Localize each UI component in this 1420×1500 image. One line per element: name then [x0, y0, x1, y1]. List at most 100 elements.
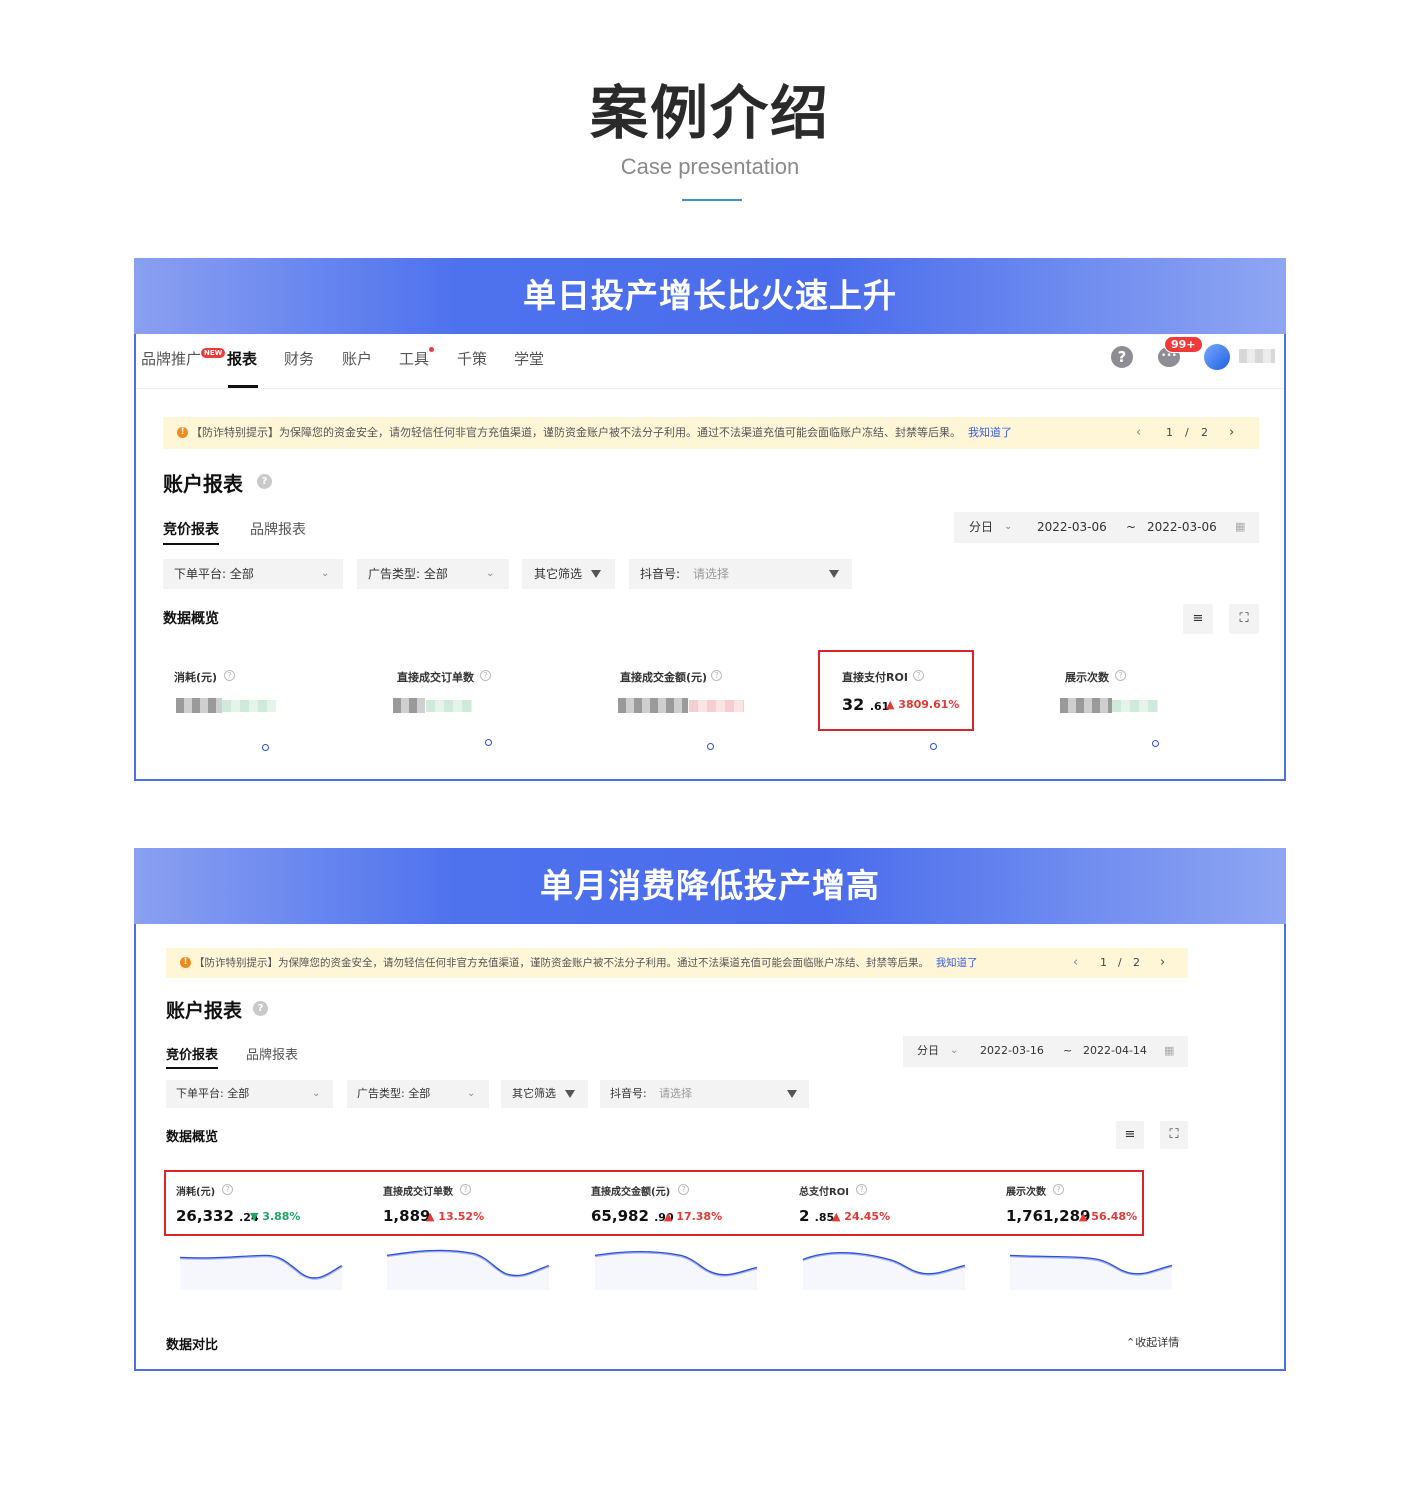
metric-help-icon[interactable]: ? [1053, 1184, 1064, 1195]
metric-help-icon[interactable]: ? [222, 1184, 233, 1195]
nav-item-finance[interactable]: 财务 [284, 348, 314, 369]
notice-page-total: 2 [1133, 956, 1140, 969]
overview-title: 数据概览 [163, 611, 219, 627]
metric-label-roi: 直接支付ROI [842, 671, 908, 684]
metric-help-icon[interactable]: ? [460, 1184, 471, 1195]
message-badge: 99+ [1164, 336, 1203, 353]
metric-value-roi: 2 .85 [799, 1207, 835, 1225]
title-divider [682, 199, 742, 201]
tab-bidding-report[interactable]: 竞价报表 [163, 519, 219, 545]
granularity-select[interactable]: 分日 [917, 1036, 939, 1066]
nav-item-tools[interactable]: 工具 [399, 348, 429, 369]
other-filter-label: 其它筛选 [512, 1087, 556, 1100]
platform-select[interactable]: 下单平台: 全部 ⌄ [166, 1080, 333, 1108]
notice-prev-icon[interactable]: ‹ [1136, 417, 1141, 449]
notice-page-total: 2 [1201, 426, 1208, 439]
metric-value-roi: 32 .61 [842, 695, 890, 714]
case2-panel: ! 【防诈特别提示】为保障您的资金安全，请勿轻信任何非官方充值渠道，谨防资金账户… [134, 924, 1286, 1371]
metric-value-blurred [1060, 698, 1112, 713]
chevron-down-icon: ⌄ [312, 1088, 321, 1099]
sparkline-roi [802, 1252, 966, 1290]
nav-item-account[interactable]: 账户 [342, 348, 372, 369]
douyin-placeholder: 请选择 [693, 567, 730, 581]
notice-prev-icon[interactable]: ‹ [1073, 948, 1078, 978]
date-start[interactable]: 2022-03-06 [1037, 512, 1107, 542]
date-range-picker[interactable]: 分日 ⌄ 2022-03-06 ~ 2022-03-06 ▦ [954, 512, 1259, 543]
date-tilde: ~ [1063, 1044, 1073, 1057]
date-end[interactable]: 2022-03-06 [1147, 512, 1217, 542]
notice-text: 【防诈特别提示】为保障您的资金安全，请勿轻信任何非官方充值渠道，谨防资金账户被不… [191, 426, 961, 439]
filter-icon [565, 1090, 575, 1098]
help-icon[interactable]: ? [1111, 346, 1133, 368]
date-range-picker[interactable]: 分日 ⌄ 2022-03-16 ~ 2022-04-14 ▦ [903, 1036, 1188, 1067]
warning-icon: ! [177, 427, 188, 438]
fullscreen-icon[interactable]: ⛶ [1160, 1121, 1188, 1149]
metric-help-icon[interactable]: ? [913, 670, 924, 681]
notice-next-icon[interactable]: › [1229, 417, 1234, 449]
metric-help-icon[interactable]: ? [856, 1184, 867, 1195]
metric-label-cost: 消耗(元) [174, 671, 218, 684]
notice-next-icon[interactable]: › [1160, 948, 1165, 978]
tab-bidding-report[interactable]: 竞价报表 [166, 1044, 219, 1069]
report-help-icon[interactable]: ? [257, 474, 272, 489]
chevron-down-icon: ⌄ [467, 1088, 476, 1099]
filter-icon [787, 1090, 797, 1098]
sparkline-point [262, 744, 269, 751]
metric-help-icon[interactable]: ? [678, 1184, 689, 1195]
notice-ack-link[interactable]: 我知道了 [968, 426, 1012, 439]
metric-value-blurred [618, 698, 688, 713]
ad-type-select-label: 广告类型: 全部 [368, 567, 448, 581]
fullscreen-icon[interactable]: ⛶ [1229, 604, 1259, 634]
other-filter-button[interactable]: 其它筛选 [501, 1080, 588, 1108]
sparkline-impressions [1009, 1254, 1173, 1290]
report-help-icon[interactable]: ? [253, 1001, 268, 1016]
case1-banner: 单日投产增长比火速上升 [134, 258, 1286, 334]
other-filter-button[interactable]: 其它筛选 [522, 559, 615, 589]
metric-help-icon[interactable]: ? [224, 670, 235, 681]
settings-sliders-icon[interactable]: ≡ [1183, 604, 1213, 634]
ad-type-select[interactable]: 广告类型: 全部 ⌄ [347, 1080, 489, 1108]
tab-brand-report[interactable]: 品牌报表 [250, 519, 306, 539]
metric-change-amount: ▲ 17.38% [664, 1210, 723, 1223]
nav-item-brand[interactable]: 品牌推广 [141, 348, 201, 369]
granularity-select[interactable]: 分日 [969, 512, 993, 542]
tab-brand-report[interactable]: 品牌报表 [246, 1044, 298, 1063]
douyin-select[interactable]: 抖音号: 请选择 [629, 559, 852, 589]
notice-page: 1 [1100, 956, 1107, 969]
calendar-icon[interactable]: ▦ [1164, 1036, 1174, 1066]
douyin-select[interactable]: 抖音号: 请选择 [600, 1080, 809, 1108]
metric-change-roi: ▲ 3809.61% [886, 698, 960, 711]
metric-help-icon[interactable]: ? [711, 670, 722, 681]
date-end[interactable]: 2022-04-14 [1083, 1036, 1147, 1066]
report-title: 账户报表 [163, 472, 243, 496]
granularity-chevron-icon: ⌄ [950, 1045, 959, 1056]
notice-page-sep: / [1185, 426, 1189, 439]
settings-sliders-icon[interactable]: ≡ [1116, 1121, 1144, 1149]
collapse-details-button[interactable]: ⌃收起详情 [1126, 1334, 1179, 1350]
calendar-icon[interactable]: ▦ [1235, 512, 1245, 542]
metric-label-orders: 直接成交订单数 [383, 1187, 453, 1198]
sparkline-point [485, 739, 492, 746]
metric-help-icon[interactable]: ? [1115, 670, 1126, 681]
metric-value-blurred [176, 698, 222, 713]
douyin-label: 抖音号: [640, 567, 681, 581]
sparkline-point [1152, 740, 1159, 747]
platform-select[interactable]: 下单平台: 全部 ⌄ [163, 559, 343, 589]
metric-value-cost: 26,332 .24 [176, 1207, 259, 1225]
metric-value-amount: 65,982 .90 [591, 1207, 674, 1225]
nav-item-qiance[interactable]: 千策 [457, 348, 487, 369]
overview-title: 数据概览 [166, 1130, 219, 1145]
chevron-down-icon: ⌄ [321, 568, 330, 579]
date-start[interactable]: 2022-03-16 [980, 1036, 1044, 1066]
top-nav: 品牌推广 NEW 报表 财务 账户 工具 千策 学堂 ? ••• 99+ [136, 334, 1284, 389]
notice-ack-link[interactable]: 我知道了 [936, 957, 978, 969]
nav-item-school[interactable]: 学堂 [514, 348, 544, 369]
metric-help-icon[interactable]: ? [480, 670, 491, 681]
metric-change-cost: ▼ 3.88% [250, 1210, 301, 1223]
ad-type-select[interactable]: 广告类型: 全部 ⌄ [357, 559, 509, 589]
nav-item-report[interactable]: 报表 [227, 348, 257, 369]
metric-label-impressions: 展示次数 [1006, 1187, 1046, 1198]
avatar[interactable] [1204, 344, 1230, 370]
metric-value-impressions: 1,761,289 [1006, 1207, 1091, 1225]
metric-label-impressions: 展示次数 [1065, 671, 1109, 684]
